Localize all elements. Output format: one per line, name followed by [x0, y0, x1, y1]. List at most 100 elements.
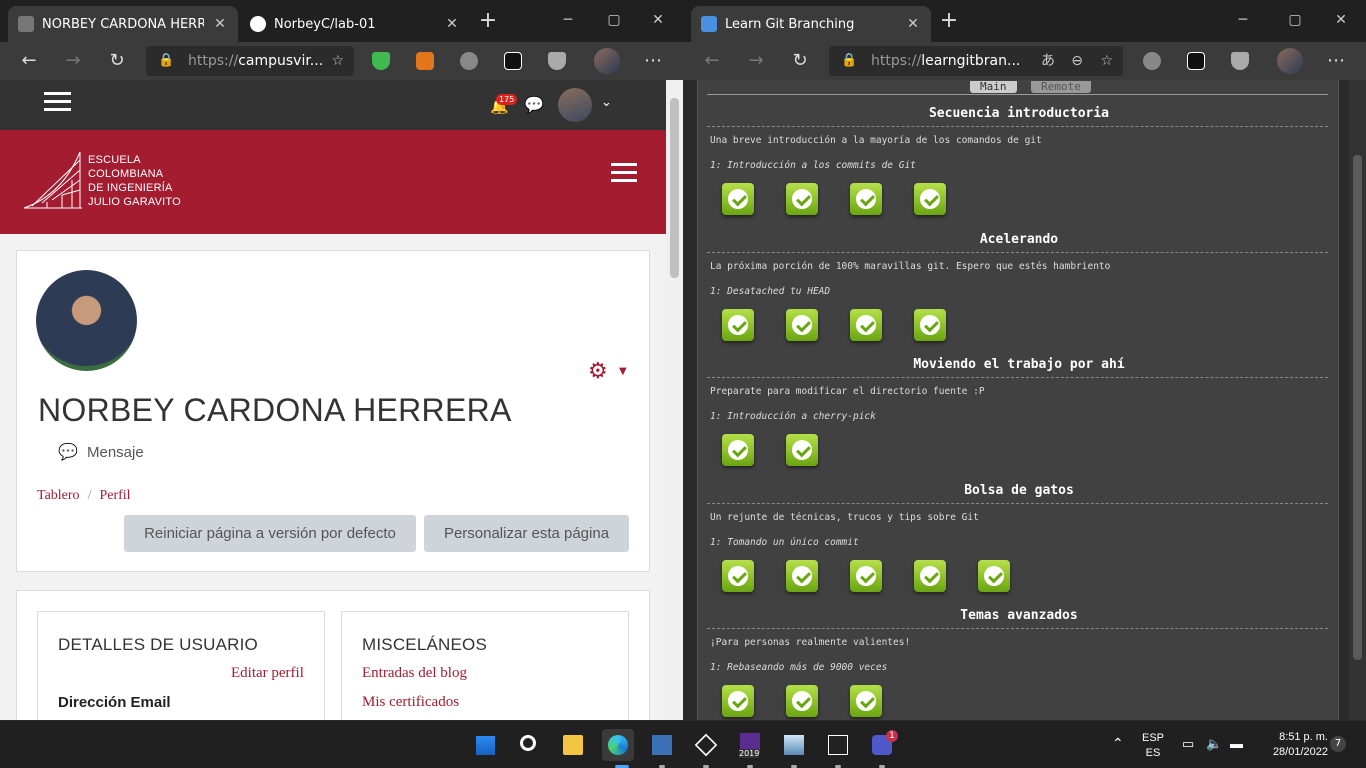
close-tab-icon[interactable]: ✕	[905, 16, 921, 32]
edge-icon[interactable]	[602, 729, 634, 761]
left-scrollbar[interactable]	[666, 80, 683, 720]
banner-menu-icon[interactable]	[611, 171, 637, 174]
right-toolbar: ← → ↻ 🔒 https://learngitbran... あ ⊖ ☆ ⋯	[683, 42, 1366, 80]
reset-page-button[interactable]: Reiniciar página a versión por defecto	[124, 515, 416, 552]
close-tab-icon[interactable]: ✕	[212, 16, 228, 32]
privacy-extension-icon[interactable]	[1231, 52, 1249, 70]
language-indicator[interactable]: ESP ES	[1138, 731, 1168, 761]
tab-remote[interactable]: Remote	[1031, 81, 1091, 93]
back-icon[interactable]: ←	[16, 48, 42, 74]
tab-github[interactable]: NorbeyC/lab-01 ✕	[240, 6, 470, 42]
completed-level-check-icon[interactable]	[722, 685, 754, 717]
chevron-down-icon[interactable]: ⌄	[601, 95, 612, 110]
more-menu-icon[interactable]: ⋯	[640, 48, 666, 74]
tab-learn-git-branching[interactable]: Learn Git Branching ✕	[691, 6, 931, 42]
minimize-icon[interactable]: ─	[548, 8, 588, 32]
completed-level-check-icon[interactable]	[914, 559, 946, 592]
completed-level-check-icon[interactable]	[722, 559, 754, 592]
address-bar[interactable]: 🔒 https://learngitbran... あ ⊖ ☆	[829, 46, 1123, 76]
maximize-icon[interactable]: ▢	[1275, 8, 1315, 32]
acrobat-icon[interactable]	[822, 729, 854, 761]
more-menu-icon[interactable]: ⋯	[1323, 48, 1349, 74]
tab-main[interactable]: Main	[970, 81, 1017, 93]
completed-level-check-icon[interactable]	[786, 183, 818, 215]
user-avatar[interactable]	[558, 88, 592, 122]
completed-level-check-icon[interactable]	[978, 559, 1010, 592]
profile-avatar[interactable]	[1277, 48, 1303, 74]
privacy-extension-icon[interactable]	[548, 52, 566, 70]
reload-icon[interactable]: ↻	[787, 48, 813, 74]
edit-profile-link[interactable]: Editar perfil	[231, 665, 304, 682]
completed-level-check-icon[interactable]	[914, 308, 946, 341]
battery-icon[interactable]: ▬	[1230, 736, 1243, 751]
extension-icon[interactable]	[1143, 52, 1161, 70]
tab-campus-profile[interactable]: NORBEY CARDONA HERRERA: ✕	[8, 6, 238, 42]
menu-hamburger-icon[interactable]	[44, 100, 71, 103]
caret-down-icon[interactable]: ▼	[619, 366, 627, 377]
completed-level-check-icon[interactable]	[850, 308, 882, 341]
close-window-icon[interactable]: ✕	[638, 8, 678, 32]
network-icon[interactable]: ▭	[1182, 736, 1194, 752]
completed-level-check-icon[interactable]	[850, 559, 882, 592]
reload-icon[interactable]: ↻	[104, 48, 130, 74]
volume-icon[interactable]: 🔈	[1206, 736, 1222, 752]
message-link[interactable]: Mensaje	[87, 444, 144, 461]
breadcrumb-profile[interactable]: Perfil	[99, 488, 130, 503]
lock-extension-icon[interactable]	[504, 52, 522, 70]
lock-extension-icon[interactable]	[1187, 52, 1205, 70]
scrollbar-thumb[interactable]	[670, 98, 679, 278]
blog-entries-link[interactable]: Entradas del blog	[362, 665, 467, 682]
start-icon[interactable]	[469, 729, 501, 761]
close-window-icon[interactable]: ✕	[1321, 8, 1361, 32]
messages-icon[interactable]: 💬	[524, 95, 544, 114]
metamask-extension-icon[interactable]	[416, 52, 434, 70]
shield-extension-icon[interactable]	[372, 52, 390, 70]
completed-level-check-icon[interactable]	[786, 308, 818, 341]
clock-date: 28/01/2022	[1272, 746, 1328, 758]
file-explorer-icon[interactable]	[557, 729, 589, 761]
visual-studio-icon[interactable]: 2019	[734, 729, 766, 761]
new-tab-icon[interactable]: +	[476, 10, 500, 34]
address-bar[interactable]: 🔒 https://campusvir... ☆	[146, 46, 354, 76]
completed-level-check-icon[interactable]	[786, 685, 818, 717]
right-scrollbar[interactable]	[1349, 80, 1366, 720]
extension-icon[interactable]	[460, 52, 478, 70]
completed-level-check-icon[interactable]	[722, 434, 754, 466]
monitor-app-icon[interactable]	[778, 729, 810, 761]
remote-desktop-icon[interactable]	[646, 729, 678, 761]
maximize-icon[interactable]: ▢	[594, 8, 634, 32]
virtualbox-icon[interactable]	[690, 729, 722, 761]
completed-level-check-icon[interactable]	[850, 183, 882, 215]
clock[interactable]: 8:51 p. m. 28/01/2022	[1256, 730, 1328, 760]
search-icon[interactable]	[514, 729, 546, 761]
moodle-favicon-icon	[18, 16, 34, 32]
minimize-icon[interactable]: ─	[1223, 8, 1263, 32]
notification-count-badge[interactable]: 7	[1330, 736, 1346, 752]
completed-level-check-icon[interactable]	[914, 183, 946, 215]
completed-level-check-icon[interactable]	[722, 183, 754, 215]
forward-icon[interactable]: →	[60, 48, 86, 74]
breadcrumb-dashboard[interactable]: Tablero	[37, 488, 80, 503]
profile-avatar[interactable]	[594, 48, 620, 74]
forward-icon[interactable]: →	[743, 48, 769, 74]
customize-page-button[interactable]: Personalizar esta página	[424, 515, 629, 552]
favorite-star-icon[interactable]: ☆	[1100, 46, 1113, 76]
message-icon[interactable]: 💬	[58, 442, 78, 461]
levels-panel: Main Remote Secuencia introductoria Una b…	[697, 80, 1339, 720]
level-description: Un rejunte de técnicas, trucos y tips so…	[710, 511, 979, 523]
zoom-icon[interactable]: ⊖	[1071, 46, 1083, 76]
gear-icon[interactable]: ⚙	[588, 359, 608, 384]
completed-level-check-icon[interactable]	[786, 559, 818, 592]
teams-icon[interactable]: 1	[866, 729, 898, 761]
favorite-star-icon[interactable]: ☆	[331, 46, 344, 76]
close-tab-icon[interactable]: ✕	[444, 16, 460, 32]
back-icon[interactable]: ←	[699, 48, 725, 74]
certificates-link[interactable]: Mis certificados	[362, 694, 459, 711]
completed-level-check-icon[interactable]	[786, 434, 818, 466]
completed-level-check-icon[interactable]	[850, 685, 882, 717]
chevron-up-icon[interactable]: ⌃	[1112, 735, 1124, 752]
read-aloud-icon[interactable]: あ	[1041, 46, 1055, 76]
scrollbar-thumb[interactable]	[1353, 155, 1362, 660]
new-tab-icon[interactable]: +	[937, 10, 961, 34]
completed-level-check-icon[interactable]	[722, 308, 754, 341]
